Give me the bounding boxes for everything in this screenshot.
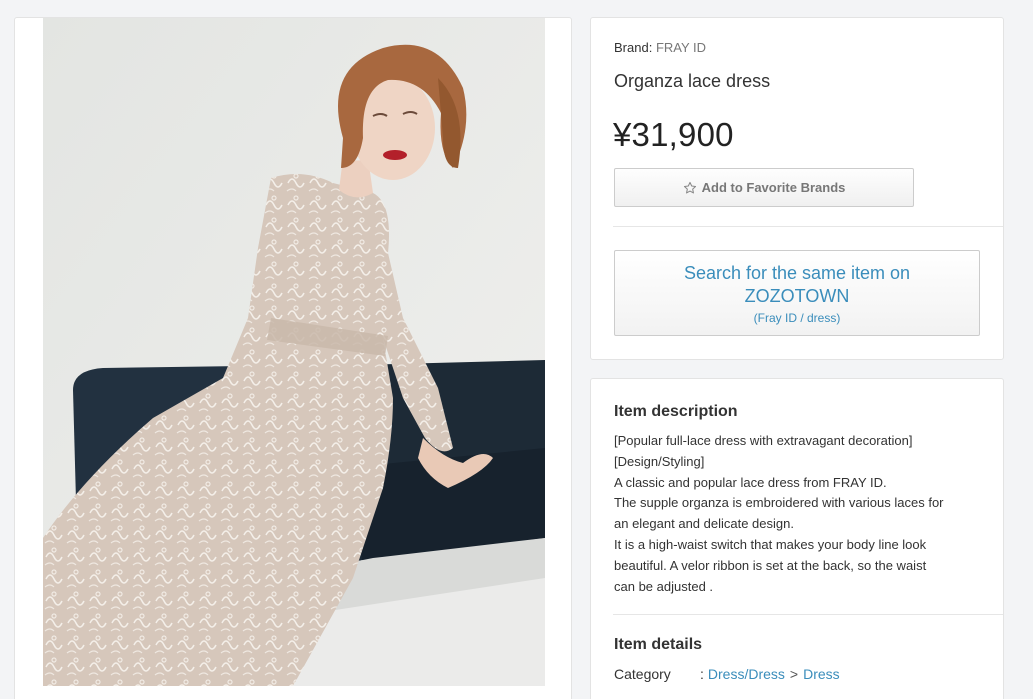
item-description-heading: Item description xyxy=(614,403,738,420)
item-details-heading: Item details xyxy=(614,636,703,653)
zozotown-search-label: Search for the same item on ZOZOTOWN xyxy=(683,263,911,306)
category-colon: : xyxy=(700,666,704,682)
description-line: an elegant and delicate design. xyxy=(614,516,794,532)
brand-label: Brand: xyxy=(614,40,653,55)
description-line: A classic and popular lace dress from FR… xyxy=(614,474,887,490)
category-link-dress-dress[interactable]: Dress/Dress xyxy=(708,666,785,682)
description-line: [Design/Styling] xyxy=(614,453,705,469)
zozotown-search-sublabel: (Fray ID / dress) xyxy=(753,311,841,325)
product-info-card: Brand: FRAY ID Organza lace dress ¥31,90… xyxy=(590,17,1004,360)
description-line: [Popular full-lace dress with extravagan… xyxy=(614,433,913,448)
brand-line: Brand: FRAY ID xyxy=(614,40,706,55)
description-line: The supple organza is embroidered with v… xyxy=(614,495,944,511)
search-zozotown-button[interactable]: Search for the same item on ZOZOTOWN (Fr… xyxy=(614,250,980,336)
divider xyxy=(613,614,1003,615)
description-line: It is a high-waist switch that makes you… xyxy=(614,536,927,552)
product-photo-illustration xyxy=(43,18,545,686)
item-description-card: Item description [Popular full-lace dres… xyxy=(590,378,1004,699)
favorite-button-label: Add to Favorite Brands xyxy=(701,180,846,195)
brand-name[interactable]: FRAY ID xyxy=(656,40,706,55)
description-line: can be adjusted . xyxy=(614,578,714,594)
category-row: Category : Dress/Dress > Dress xyxy=(614,666,840,682)
product-price: ¥31,900 xyxy=(613,116,734,153)
product-photo[interactable] xyxy=(43,18,545,686)
description-line: beautiful. A velor ribbon is set at the … xyxy=(614,557,927,573)
category-link-dress[interactable]: Dress xyxy=(803,666,840,682)
star-icon xyxy=(683,181,696,193)
product-title: Organza lace dress xyxy=(614,71,771,91)
category-label: Category xyxy=(614,666,671,682)
product-image-card xyxy=(14,17,572,699)
item-description-text: [Popular full-lace dress with extravagan… xyxy=(614,431,984,597)
divider xyxy=(613,226,1003,227)
breadcrumb-separator: > xyxy=(789,666,799,682)
add-to-favorite-brands-button[interactable]: Add to Favorite Brands xyxy=(614,168,914,207)
